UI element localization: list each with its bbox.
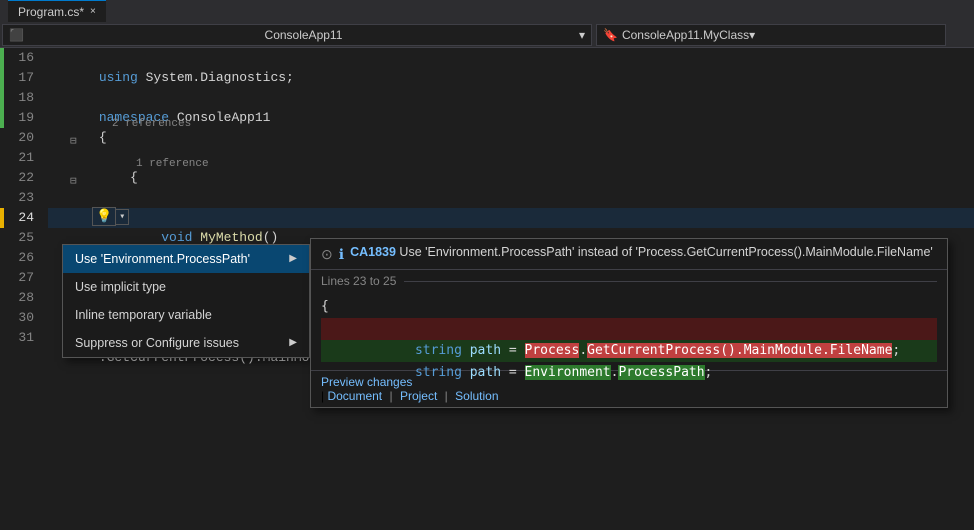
- line-num-27: 27: [0, 268, 40, 288]
- line-num-22: 22: [0, 168, 40, 188]
- line-num-19: 19: [0, 108, 40, 128]
- editor-area: 16 17 18 19 20 21 22 23 24 25 26 27 28 3…: [0, 48, 974, 530]
- line-num-25: 25: [0, 228, 40, 248]
- code-line-16: using System.Diagnostics;: [48, 48, 974, 68]
- tooltip-popup: ⊙ ℹ CA1839 Use 'Environment.ProcessPath'…: [310, 238, 948, 408]
- menu-item-environment-processpath[interactable]: Use 'Environment.ProcessPath' ▶: [63, 245, 309, 273]
- code-line-18: namespace ConsoleApp11: [48, 88, 974, 108]
- file-nav-dropdown[interactable]: ⬛ ConsoleApp11 ▾: [2, 24, 592, 46]
- ref-hint-2: 2 references: [112, 114, 191, 134]
- nav-bar: ⬛ ConsoleApp11 ▾ 🔖 ConsoleApp11.MyClass …: [0, 22, 974, 48]
- line-num-17: 17: [0, 68, 40, 88]
- member-nav-chevron: ▾: [749, 28, 755, 42]
- menu-item-label-3: Suppress or Configure issues: [75, 329, 239, 357]
- code-preview: { string path = Process.GetCurrentProces…: [311, 292, 947, 370]
- tab-label: Program.cs*: [18, 5, 84, 19]
- code-line-20: 2 references ⊟ class MyClass: [48, 128, 974, 148]
- menu-arrow-3: ▶: [289, 329, 297, 357]
- lightbulb-container[interactable]: 💡 ▾: [92, 207, 129, 226]
- line-num-30: 30: [0, 308, 40, 328]
- line-num-20: 20: [0, 128, 40, 148]
- menu-item-inline-temp[interactable]: Inline temporary variable: [63, 301, 309, 329]
- line-num-21: 21: [0, 148, 40, 168]
- menu-item-label-0: Use 'Environment.ProcessPath': [75, 245, 250, 273]
- tooltip-ca-code: CA1839: [350, 245, 396, 259]
- line-num-31: 31: [0, 328, 40, 348]
- tab-area: Program.cs* ×: [8, 0, 106, 22]
- title-bar: Program.cs* ×: [0, 0, 974, 22]
- preview-changes-link[interactable]: Preview changes: [321, 375, 412, 389]
- tooltip-header: ⊙ ℹ CA1839 Use 'Environment.ProcessPath'…: [311, 239, 947, 270]
- menu-item-label-1: Use implicit type: [75, 273, 166, 301]
- preview-line-brace: {: [321, 296, 937, 318]
- hl-old-getcurrentprocess: GetCurrentProcess().MainModule.FileName: [587, 343, 892, 358]
- program-tab[interactable]: Program.cs* ×: [8, 0, 106, 22]
- file-nav-chevron: ▾: [579, 28, 585, 42]
- ref-hint-1: 1 reference: [136, 154, 209, 174]
- menu-item-implicit-type[interactable]: Use implicit type: [63, 273, 309, 301]
- preview-line-old: string path = Process.GetCurrentProcess(…: [321, 318, 937, 340]
- code-line-24: string path = Process .GetCurrentProcess…: [48, 208, 974, 228]
- line-num-28: 28: [0, 288, 40, 308]
- tooltip-lines-label: Lines 23 to 25: [311, 270, 947, 292]
- green-change-bar: [0, 48, 4, 128]
- file-nav-icon: ⬛: [9, 28, 24, 42]
- lightbulb-dropdown[interactable]: ▾: [116, 209, 129, 225]
- yellow-change-bar: [0, 208, 4, 228]
- context-menu: Use 'Environment.ProcessPath' ▶ Use impl…: [62, 244, 310, 358]
- code-line-23: {: [48, 188, 974, 208]
- tooltip-message: Use 'Environment.ProcessPath' instead of…: [396, 245, 933, 259]
- line-num-16: 16: [0, 48, 40, 68]
- file-nav-label: ConsoleApp11: [265, 28, 343, 42]
- lightbulb-icon[interactable]: 💡: [92, 207, 116, 226]
- tooltip-expand-icon[interactable]: ⊙: [321, 246, 333, 263]
- member-nav-dropdown[interactable]: 🔖 ConsoleApp11.MyClass ▾: [596, 24, 946, 46]
- tab-close-icon[interactable]: ×: [90, 6, 96, 17]
- line-num-23: 23: [0, 188, 40, 208]
- line-num-18: 18: [0, 88, 40, 108]
- hl-old-process: Process: [525, 343, 580, 358]
- menu-arrow-0: ▶: [289, 245, 297, 273]
- code-line-17: [48, 68, 974, 88]
- member-nav-label: ConsoleApp11.MyClass: [622, 28, 749, 42]
- hl-new-processpath: ProcessPath: [618, 365, 704, 380]
- hl-new-environment: Environment: [525, 365, 611, 380]
- menu-item-suppress-configure[interactable]: Suppress or Configure issues ▶: [63, 329, 309, 357]
- line-num-24: 24: [0, 208, 40, 228]
- solution-link[interactable]: Solution: [455, 389, 498, 403]
- tooltip-info-icon: ℹ: [339, 246, 344, 263]
- document-link[interactable]: Document: [327, 389, 382, 403]
- member-nav-icon: 🔖: [603, 28, 618, 42]
- project-link[interactable]: Project: [400, 389, 437, 403]
- menu-item-label-2: Inline temporary variable: [75, 301, 212, 329]
- line-num-26: 26: [0, 248, 40, 268]
- line-number-gutter: 16 17 18 19 20 21 22 23 24 25 26 27 28 3…: [0, 48, 48, 530]
- code-line-22: 1 reference ⊟ void MyMethod(): [48, 168, 974, 188]
